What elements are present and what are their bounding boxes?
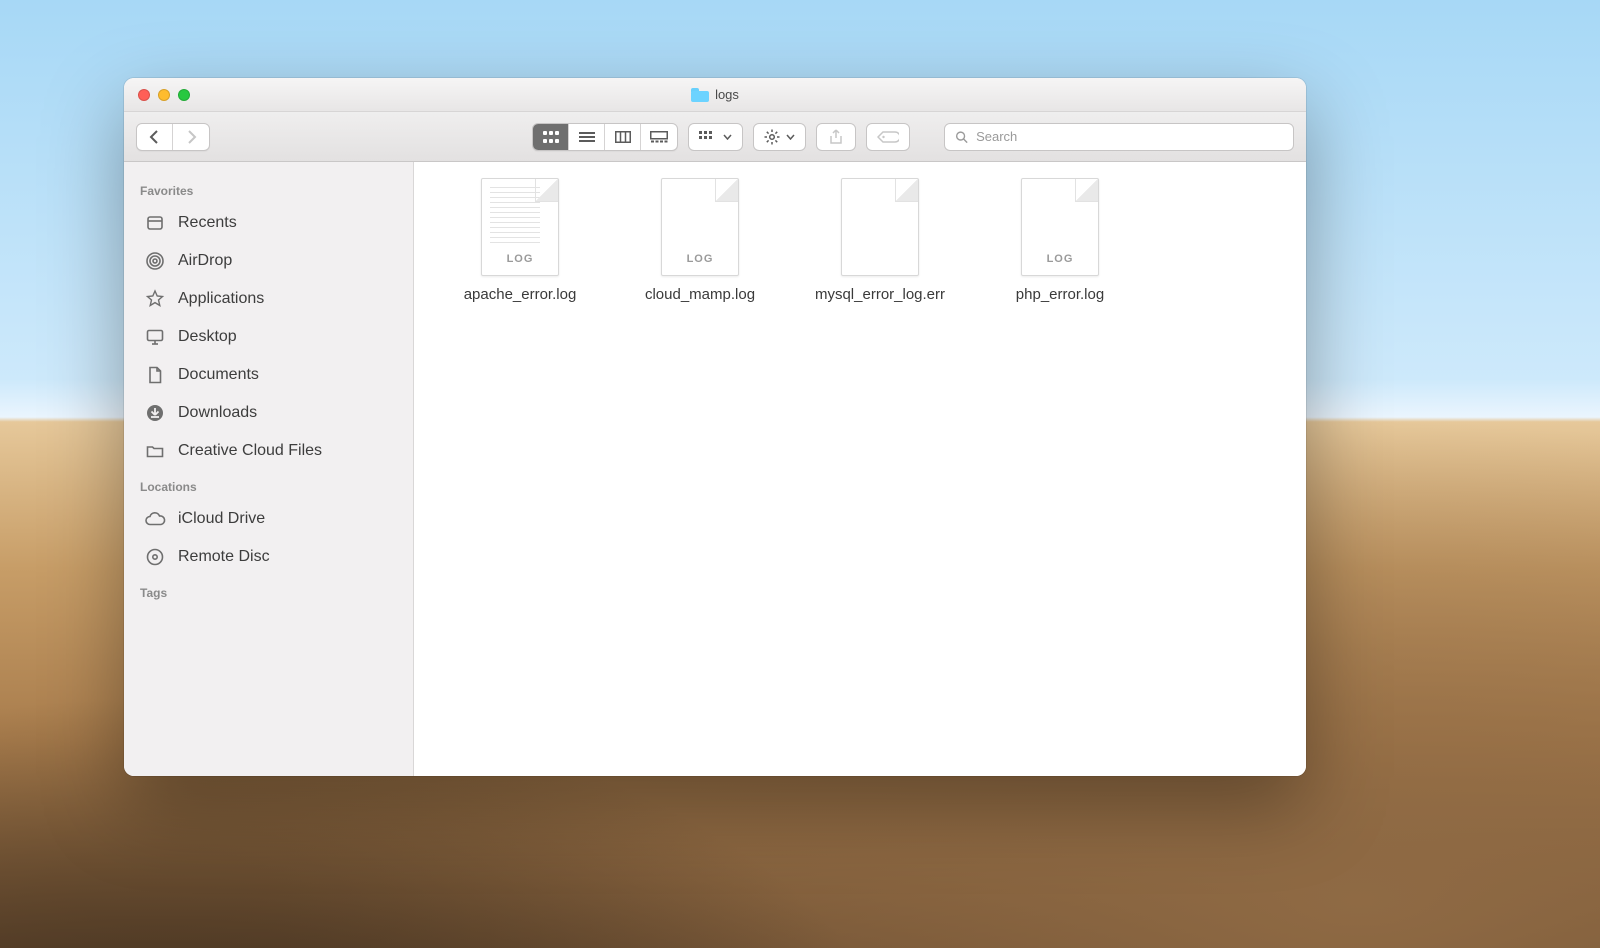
folder-icon xyxy=(691,88,709,102)
sidebar: Favorites Recents AirDrop Applications Deskt… xyxy=(124,162,414,776)
file-grid: LOG apache_error.log LOG cloud_mamp.log mysq… xyxy=(430,178,1290,305)
file-type-badge: LOG xyxy=(1047,253,1074,265)
arrange-button[interactable] xyxy=(688,123,743,151)
sidebar-item[interactable]: iCloud Drive xyxy=(124,500,413,538)
sidebar-item[interactable]: Remote Disc xyxy=(124,538,413,576)
chevron-down-icon xyxy=(723,134,732,140)
file-type-badge: LOG xyxy=(507,253,534,265)
documents-icon xyxy=(144,364,166,386)
sidebar-item-label: Recents xyxy=(178,214,237,232)
window-title-text: logs xyxy=(715,87,739,102)
downloads-icon xyxy=(144,402,166,424)
minimize-button[interactable] xyxy=(158,89,170,101)
file-thumbnail: LOG xyxy=(1021,178,1099,276)
sidebar-item[interactable]: Desktop xyxy=(124,318,413,356)
airdrop-icon xyxy=(144,250,166,272)
applications-icon xyxy=(144,288,166,310)
file-thumbnail xyxy=(841,178,919,276)
remotedisc-icon xyxy=(144,546,166,568)
traffic-lights xyxy=(124,89,190,101)
sidebar-item-label: Documents xyxy=(178,366,259,384)
sidebar-item[interactable]: Creative Cloud Files xyxy=(124,432,413,470)
icloud-icon xyxy=(144,508,166,530)
view-list-button[interactable] xyxy=(569,124,605,150)
sidebar-heading: Locations xyxy=(124,470,413,500)
sidebar-item[interactable]: Recents xyxy=(124,204,413,242)
chevron-down-icon xyxy=(786,134,795,140)
search-input[interactable] xyxy=(976,129,1283,144)
sidebar-item-label: iCloud Drive xyxy=(178,510,265,528)
view-gallery-button[interactable] xyxy=(641,124,677,150)
back-button[interactable] xyxy=(137,124,173,150)
sidebar-item-label: Creative Cloud Files xyxy=(178,442,322,460)
view-icons-button[interactable] xyxy=(533,124,569,150)
gear-icon xyxy=(764,129,780,145)
close-button[interactable] xyxy=(138,89,150,101)
sidebar-heading: Tags xyxy=(124,576,413,606)
file-item[interactable]: mysql_error_log.err xyxy=(790,178,970,305)
sidebar-item-label: Applications xyxy=(178,290,264,308)
file-thumbnail: LOG xyxy=(661,178,739,276)
forward-button[interactable] xyxy=(173,124,209,150)
search-icon xyxy=(955,130,968,144)
titlebar: logs xyxy=(124,78,1306,112)
file-item[interactable]: LOG php_error.log xyxy=(970,178,1150,305)
file-name: apache_error.log xyxy=(464,286,577,305)
tag-icon xyxy=(877,130,899,144)
search-field[interactable] xyxy=(944,123,1294,151)
recents-icon xyxy=(144,212,166,234)
sidebar-item[interactable]: AirDrop xyxy=(124,242,413,280)
sidebar-item-label: Desktop xyxy=(178,328,237,346)
content-area: Favorites Recents AirDrop Applications Deskt… xyxy=(124,162,1306,776)
zoom-button[interactable] xyxy=(178,89,190,101)
file-browser[interactable]: LOG apache_error.log LOG cloud_mamp.log mysq… xyxy=(414,162,1306,776)
sidebar-item-label: Downloads xyxy=(178,404,257,422)
sidebar-item[interactable]: Applications xyxy=(124,280,413,318)
toolbar xyxy=(124,112,1306,162)
sidebar-item-label: Remote Disc xyxy=(178,548,270,566)
view-segment xyxy=(532,123,678,151)
finder-window: logs xyxy=(124,78,1306,776)
file-thumbnail: LOG xyxy=(481,178,559,276)
sidebar-heading: Favorites xyxy=(124,174,413,204)
window-title: logs xyxy=(124,87,1306,102)
desktop-icon xyxy=(144,326,166,348)
action-button[interactable] xyxy=(753,123,806,151)
sidebar-item[interactable]: Downloads xyxy=(124,394,413,432)
sidebar-item[interactable]: Documents xyxy=(124,356,413,394)
share-icon xyxy=(829,129,843,145)
file-item[interactable]: LOG apache_error.log xyxy=(430,178,610,305)
sidebar-item-label: AirDrop xyxy=(178,252,232,270)
view-columns-button[interactable] xyxy=(605,124,641,150)
folder-icon xyxy=(144,440,166,462)
file-item[interactable]: LOG cloud_mamp.log xyxy=(610,178,790,305)
file-name: php_error.log xyxy=(1016,286,1104,305)
tags-button[interactable] xyxy=(866,123,910,151)
file-name: cloud_mamp.log xyxy=(645,286,755,305)
nav-segment xyxy=(136,123,210,151)
share-button[interactable] xyxy=(816,123,856,151)
file-name: mysql_error_log.err xyxy=(815,286,945,305)
file-type-badge: LOG xyxy=(687,253,714,265)
grid-small-icon xyxy=(699,131,717,143)
